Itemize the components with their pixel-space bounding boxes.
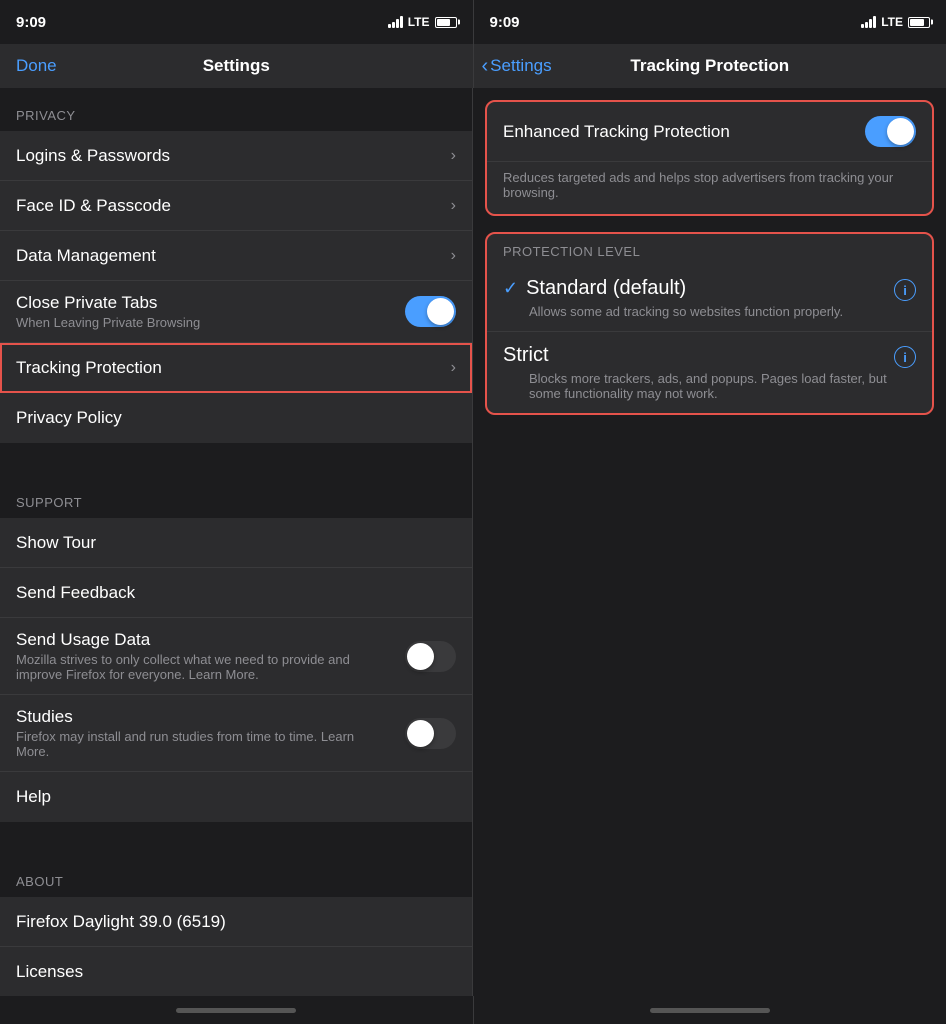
- sidebar-item-usage[interactable]: Send Usage Data Mozilla strives to only …: [0, 618, 472, 695]
- studies-toggle[interactable]: [405, 718, 456, 749]
- private-tabs-toggle[interactable]: [405, 296, 456, 327]
- left-signal-icon: [388, 16, 403, 28]
- privacy-section-header: PRIVACY: [0, 88, 472, 131]
- data-chevron-icon: ›: [451, 247, 456, 265]
- sidebar-item-tracking[interactable]: Tracking Protection ›: [0, 343, 472, 393]
- about-group: Firefox Daylight 39.0 (6519) Licenses: [0, 897, 472, 996]
- etp-toggle[interactable]: [865, 116, 916, 147]
- right-status-bar: 9:09 LTE: [473, 0, 946, 44]
- etp-label: Enhanced Tracking Protection: [503, 122, 730, 142]
- main-content: PRIVACY Logins & Passwords › Face ID & P…: [0, 88, 946, 996]
- logins-chevron-icon: ›: [451, 147, 456, 165]
- nav-bars: Done Settings ‹ Settings Tracking Protec…: [0, 44, 946, 88]
- tracking-label: Tracking Protection: [16, 358, 162, 378]
- left-battery-icon: [435, 17, 457, 28]
- right-home-bar: [473, 996, 946, 1024]
- etp-row: Enhanced Tracking Protection: [487, 102, 932, 162]
- etp-description: Reduces targeted ads and helps stop adve…: [487, 162, 932, 214]
- back-chevron-icon: ‹: [482, 56, 489, 76]
- right-signal-icon: [861, 16, 876, 28]
- sidebar-item-faceid[interactable]: Face ID & Passcode ›: [0, 181, 472, 231]
- home-bars: [0, 996, 946, 1024]
- left-nav-bar: Done Settings: [0, 44, 473, 88]
- data-label: Data Management: [16, 246, 156, 266]
- licenses-label: Licenses: [16, 962, 83, 982]
- right-battery-icon: [908, 17, 930, 28]
- standard-checkmark-icon: ✓: [503, 278, 518, 299]
- right-time: 9:09: [490, 14, 520, 31]
- left-status-bar: 9:09 LTE: [0, 0, 473, 44]
- tracking-chevron-icon: ›: [451, 359, 456, 377]
- right-nav-bar: ‹ Settings Tracking Protection: [473, 44, 946, 88]
- usage-label: Send Usage Data: [16, 630, 366, 650]
- sidebar-item-logins[interactable]: Logins & Passwords ›: [0, 131, 472, 181]
- faceid-label: Face ID & Passcode: [16, 196, 171, 216]
- privacy-group: Logins & Passwords › Face ID & Passcode …: [0, 131, 472, 443]
- right-status-right: LTE: [861, 15, 930, 29]
- right-panel: Enhanced Tracking Protection Reduces tar…: [473, 88, 946, 996]
- standard-desc: Allows some ad tracking so websites func…: [503, 304, 894, 319]
- support-section-header: SUPPORT: [0, 475, 472, 518]
- about-divider: [0, 822, 472, 854]
- left-panel: PRIVACY Logins & Passwords › Face ID & P…: [0, 88, 473, 996]
- sidebar-item-tour[interactable]: Show Tour: [0, 518, 472, 568]
- status-bars: 9:09 LTE 9:09 LTE: [0, 0, 946, 44]
- left-lte: LTE: [408, 15, 430, 29]
- sidebar-item-licenses[interactable]: Licenses: [0, 947, 472, 996]
- private-tabs-label: Close Private Tabs: [16, 293, 200, 313]
- sidebar-item-help[interactable]: Help: [0, 772, 472, 822]
- right-lte: LTE: [881, 15, 903, 29]
- support-group: Show Tour Send Feedback Send Usage Data …: [0, 518, 472, 822]
- left-status-right: LTE: [388, 15, 457, 29]
- etp-card: Enhanced Tracking Protection Reduces tar…: [485, 100, 934, 216]
- standard-option[interactable]: ✓ Standard (default) Allows some ad trac…: [487, 265, 932, 332]
- protection-level-header: PROTECTION LEVEL: [487, 234, 932, 265]
- protection-level-card: PROTECTION LEVEL ✓ Standard (default) Al…: [485, 232, 934, 415]
- help-label: Help: [16, 787, 51, 807]
- left-time: 9:09: [16, 14, 46, 31]
- support-divider: [0, 443, 472, 475]
- strict-info-icon[interactable]: i: [894, 346, 916, 368]
- sidebar-item-private-tabs[interactable]: Close Private Tabs When Leaving Private …: [0, 281, 472, 343]
- private-tabs-sublabel: When Leaving Private Browsing: [16, 315, 200, 330]
- standard-info-icon[interactable]: i: [894, 279, 916, 301]
- strict-option[interactable]: Strict Blocks more trackers, ads, and po…: [487, 332, 932, 413]
- back-button[interactable]: ‹ Settings: [482, 56, 552, 76]
- sidebar-item-feedback[interactable]: Send Feedback: [0, 568, 472, 618]
- logins-label: Logins & Passwords: [16, 146, 170, 166]
- right-nav-title: Tracking Protection: [630, 56, 789, 76]
- left-home-bar: [0, 996, 473, 1024]
- done-button[interactable]: Done: [16, 56, 57, 76]
- sidebar-item-version[interactable]: Firefox Daylight 39.0 (6519): [0, 897, 472, 947]
- studies-sublabel: Firefox may install and run studies from…: [16, 729, 366, 759]
- sidebar-item-policy[interactable]: Privacy Policy: [0, 393, 472, 443]
- tour-label: Show Tour: [16, 533, 96, 553]
- version-label: Firefox Daylight 39.0 (6519): [16, 912, 226, 932]
- strict-title: Strict: [503, 344, 549, 367]
- strict-desc: Blocks more trackers, ads, and popups. P…: [503, 371, 894, 401]
- back-label: Settings: [490, 56, 551, 76]
- policy-label: Privacy Policy: [16, 408, 122, 428]
- studies-label: Studies: [16, 707, 366, 727]
- right-home-indicator: [650, 1008, 770, 1013]
- faceid-chevron-icon: ›: [451, 197, 456, 215]
- left-home-indicator: [176, 1008, 296, 1013]
- left-nav-title: Settings: [203, 56, 270, 76]
- about-section-header: ABOUT: [0, 854, 472, 897]
- standard-title: Standard (default): [526, 277, 686, 300]
- usage-sublabel: Mozilla strives to only collect what we …: [16, 652, 366, 682]
- sidebar-item-studies[interactable]: Studies Firefox may install and run stud…: [0, 695, 472, 772]
- sidebar-item-data[interactable]: Data Management ›: [0, 231, 472, 281]
- usage-toggle[interactable]: [405, 641, 456, 672]
- feedback-label: Send Feedback: [16, 583, 135, 603]
